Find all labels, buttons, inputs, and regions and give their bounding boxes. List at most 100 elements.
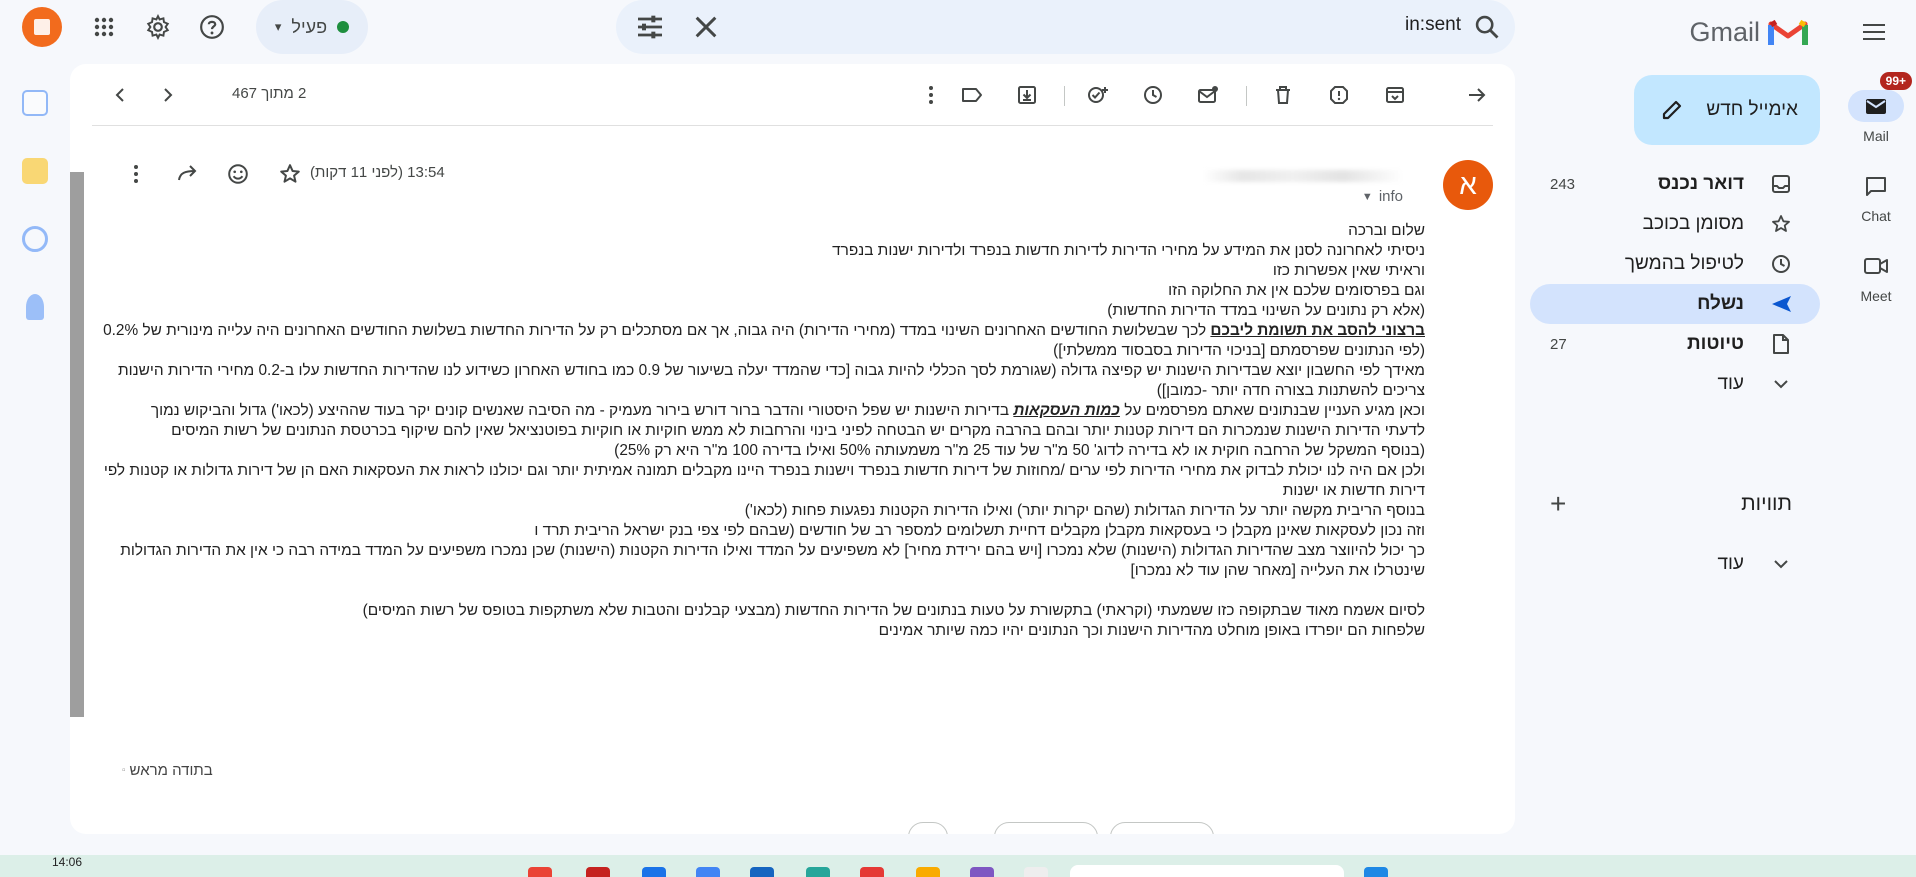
body-text: בדירות הישנות יש שפל היסטורי והדבר ברור … — [150, 402, 1014, 419]
body-text: וכאן מגיע העניין שבנתונים שאתם מפרסמים ע… — [1119, 402, 1425, 419]
mark-unread-icon[interactable] — [1192, 79, 1224, 111]
nav-item-label: טיוטות — [1687, 333, 1744, 354]
explorer-taskbar-icon[interactable] — [696, 867, 720, 877]
folder-taskbar-icon[interactable] — [916, 867, 940, 877]
body-line: ניסיתי לאחרונה לסנן את המידע על מחירי הד… — [832, 242, 1425, 259]
edge-taskbar-icon[interactable] — [806, 867, 830, 877]
chrome-taskbar-icon[interactable] — [528, 867, 552, 877]
search-options-icon[interactable] — [634, 11, 666, 43]
body-line: (לפי הנתונים שפרסמתם [בניכוי הדירות בסבס… — [1053, 342, 1425, 359]
add-to-tasks-icon[interactable] — [1082, 79, 1114, 111]
details-caret-icon[interactable]: ▼ — [1362, 191, 1373, 203]
send-icon — [1770, 293, 1792, 315]
main-menu-icon[interactable] — [1854, 12, 1894, 52]
body-line: (אלא רק נתונים על השינוי במדד הדירות החד… — [1107, 302, 1425, 319]
chat-icon — [1866, 177, 1886, 196]
search-icon[interactable] — [1473, 13, 1501, 41]
body-line: שלום וברכה — [1348, 222, 1425, 239]
move-to-icon[interactable] — [1011, 79, 1043, 111]
gmail-m-icon — [1768, 19, 1808, 45]
forward-button[interactable] — [994, 822, 1098, 834]
contacts-icon[interactable] — [26, 294, 44, 320]
labels-more[interactable]: עוד — [1530, 544, 1820, 584]
outlook-taskbar-icon[interactable] — [750, 867, 774, 877]
recipient-line[interactable]: info ▼ — [1362, 188, 1403, 205]
star-icon[interactable] — [274, 158, 306, 190]
windows-start-icon[interactable] — [1364, 867, 1388, 877]
taskbar-search[interactable] — [1070, 865, 1344, 877]
labels-title: תוויות — [1741, 492, 1792, 515]
gmail-logo[interactable]: Gmail — [1689, 8, 1808, 56]
scrollbar[interactable] — [70, 172, 84, 717]
archive-icon[interactable] — [1379, 79, 1411, 111]
snooze-icon[interactable] — [1137, 79, 1169, 111]
nav-item-label: דואר נכנס — [1657, 173, 1744, 194]
body-line: וכאן מגיע העניין שבנתונים שאתם מפרסמים ע… — [85, 401, 1425, 421]
compose-button[interactable]: אימייל חדש — [1634, 75, 1820, 145]
apps-grid-icon[interactable] — [86, 9, 122, 45]
gmail-wordmark: Gmail — [1689, 16, 1760, 47]
mail-label: Mail — [1863, 128, 1889, 144]
search-bar[interactable]: in:sent — [616, 0, 1515, 54]
word-taskbar-icon[interactable] — [642, 867, 666, 877]
emoji-button[interactable] — [908, 822, 948, 834]
newer-chevron-icon[interactable] — [152, 79, 184, 111]
message-panel: 2 מתוך 467 א info ▼ 13:54 (לפני 11 דקות)… — [70, 64, 1515, 834]
status-selector[interactable]: פעיל ▾ — [256, 0, 368, 54]
clock-icon — [1770, 253, 1792, 275]
body-text: לכך שבשלושת החודשים האחרונים השינוי במדד… — [103, 322, 1211, 339]
app-taskbar-icon[interactable] — [970, 867, 994, 877]
body-line: שלפחות הם יופרדו באופן מוחלט מהדירות היש… — [878, 622, 1425, 639]
back-arrow-icon[interactable] — [1461, 79, 1493, 111]
calendar-icon[interactable] — [22, 90, 48, 116]
forward-icon[interactable] — [172, 158, 204, 190]
sender-name[interactable] — [1153, 164, 1403, 186]
chevron-down-icon — [1770, 553, 1792, 575]
nav-item-drafts[interactable]: טיוטות 27 — [1530, 324, 1820, 364]
add-label-icon[interactable]: + — [1550, 488, 1566, 520]
video-camera-icon — [1864, 258, 1888, 274]
more-vert-icon[interactable] — [120, 158, 152, 190]
sender-avatar[interactable]: א — [1443, 160, 1493, 210]
body-line: וגם בפרסומים שלכם אין את החלוקה הזו — [1168, 282, 1425, 299]
nav-item-inbox[interactable]: דואר נכנס 243 — [1530, 164, 1820, 204]
toolbar-divider — [1064, 86, 1065, 106]
tasks-icon[interactable] — [22, 226, 48, 252]
acrobat-taskbar-icon[interactable] — [586, 867, 610, 877]
help-icon[interactable] — [194, 9, 230, 45]
nav-item-sent[interactable]: נשלח — [1530, 284, 1820, 324]
keep-icon[interactable] — [22, 158, 48, 184]
nav-item-label: מסומן בכוכב — [1642, 213, 1744, 234]
nav-item-more[interactable]: עוד — [1530, 364, 1820, 404]
report-spam-icon[interactable] — [1323, 79, 1355, 111]
nav-item-starred[interactable]: מסומן בכוכב — [1530, 204, 1820, 244]
clear-search-icon[interactable] — [690, 11, 722, 43]
older-chevron-icon[interactable] — [104, 79, 136, 111]
message-toolbar: 2 מתוך 467 — [92, 64, 1493, 126]
meet-app[interactable]: Meet — [1836, 250, 1916, 304]
settings-gear-icon[interactable] — [140, 9, 176, 45]
mail-icon — [1866, 99, 1886, 114]
nav-item-label: עוד — [1717, 373, 1744, 394]
chat-app[interactable]: Chat — [1836, 170, 1916, 224]
nav-sidebar: אימייל חדש דואר נכנס 243 מסומן בכוכב לטי… — [1530, 64, 1836, 854]
account-avatar[interactable] — [22, 7, 62, 47]
pager-count: 2 מתוך 467 — [232, 85, 307, 102]
hidden-content-icon[interactable]: ▫ — [122, 765, 126, 776]
app-taskbar-icon[interactable] — [860, 867, 884, 877]
mail-app[interactable]: 99+ Mail — [1836, 72, 1916, 144]
pencil-icon — [1663, 100, 1682, 120]
body-line: כך יכול להיווצר מצב שהדירות הגדולות (היש… — [120, 542, 1425, 579]
label-icon[interactable] — [956, 79, 988, 111]
more-vert-icon[interactable] — [915, 79, 947, 111]
search-input[interactable]: in:sent — [1405, 14, 1461, 36]
delete-icon[interactable] — [1267, 79, 1299, 111]
emoji-reaction-icon[interactable] — [222, 158, 254, 190]
body-line: ולכן אם היה לנו יכולת לבדוק את מחירי הדי… — [103, 462, 1425, 499]
emphasis-text: ברצוני להסב את תשומת ליבכם — [1210, 322, 1425, 339]
nav-item-snoozed[interactable]: לטיפול בהמשך — [1530, 244, 1820, 284]
star-icon — [1770, 213, 1792, 235]
reply-button[interactable] — [1110, 822, 1214, 834]
app-taskbar-icon[interactable] — [1024, 867, 1048, 877]
